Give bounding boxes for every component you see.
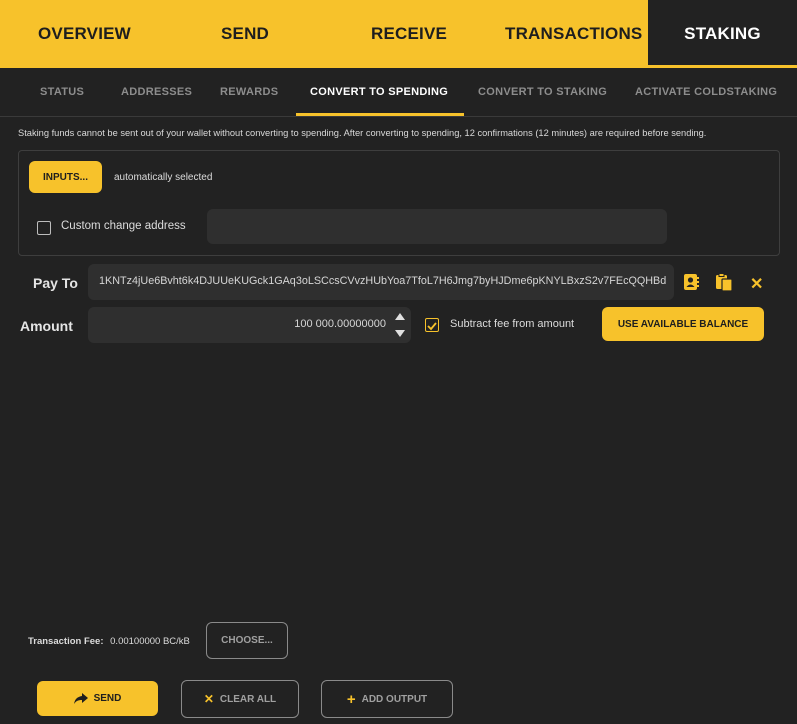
custom-change-address-input[interactable] — [207, 209, 667, 244]
tab-transactions-label: TRANSACTIONS — [505, 24, 643, 43]
amount-label: Amount — [20, 318, 73, 334]
pay-to-label: Pay To — [33, 275, 78, 291]
subtab-activate-coldstaking-label: ACTIVATE COLDSTAKING — [635, 86, 778, 98]
plus-icon: + — [346, 690, 356, 708]
delete-icon[interactable]: ✕ — [750, 274, 763, 294]
info-text: Staking funds cannot be sent out of your… — [18, 128, 707, 138]
custom-change-checkbox[interactable] — [37, 221, 51, 235]
amount-spinner[interactable] — [392, 308, 408, 342]
subtab-addresses-label: ADDRESSES — [121, 86, 193, 98]
clear-all-label: CLEAR ALL — [219, 693, 277, 705]
add-output-label: ADD OUTPUT — [361, 693, 428, 705]
subtab-activate-coldstaking[interactable]: ACTIVATE COLDSTAKING — [635, 68, 777, 116]
tab-transactions[interactable]: TRANSACTIONS — [505, 0, 642, 68]
tab-staking[interactable]: STAKING — [648, 0, 797, 68]
subtab-convert-to-staking[interactable]: CONVERT TO STAKING — [478, 68, 607, 116]
tab-send[interactable]: SEND — [221, 0, 269, 68]
choose-fee-label: CHOOSE... — [221, 635, 273, 646]
checkmark-icon — [427, 322, 437, 331]
staking-sub-navigation: STATUS ADDRESSES REWARDS CONVERT TO SPEN… — [0, 68, 797, 117]
pay-to-address-value: 1KNTz4jUe6Bvht6k4DJUUeKUGck1GAq3oLSCcsCV… — [99, 275, 667, 287]
choose-fee-button[interactable]: CHOOSE... — [206, 622, 288, 659]
tab-overview-label: OVERVIEW — [38, 24, 131, 43]
tab-receive[interactable]: RECEIVE — [371, 0, 447, 68]
fee-label-text: Transaction Fee: — [28, 636, 104, 647]
top-navigation: OVERVIEW SEND RECEIVE TRANSACTIONS STAKI… — [0, 0, 797, 68]
add-output-button[interactable]: + ADD OUTPUT — [321, 680, 453, 718]
subtab-convert-to-spending-label: CONVERT TO SPENDING — [310, 86, 449, 98]
subtab-rewards-label: REWARDS — [220, 86, 279, 98]
inputs-button-label: INPUTS... — [42, 171, 88, 183]
address-book-icon[interactable] — [683, 273, 699, 291]
tab-receive-label: RECEIVE — [371, 24, 448, 43]
tab-send-label: SEND — [221, 24, 270, 43]
clear-icon: ✕ — [203, 692, 214, 706]
subtab-addresses[interactable]: ADDRESSES — [121, 68, 192, 116]
send-button-label: SEND — [93, 693, 122, 704]
subtract-fee-label: Subtract fee from amount — [450, 318, 575, 330]
use-available-balance-button[interactable]: USE AVAILABLE BALANCE — [602, 307, 764, 341]
tab-overview[interactable]: OVERVIEW — [38, 0, 131, 68]
inputs-status: automatically selected — [114, 172, 213, 183]
use-available-balance-label: USE AVAILABLE BALANCE — [617, 318, 749, 330]
subtract-fee-checkbox[interactable] — [425, 318, 439, 332]
fee-value: 0.00100000 BC/kB — [110, 636, 190, 647]
clear-all-button[interactable]: ✕ CLEAR ALL — [181, 680, 299, 718]
inputs-button[interactable]: INPUTS... — [29, 161, 102, 193]
subtab-status-label: STATUS — [40, 86, 85, 98]
subtab-rewards[interactable]: REWARDS — [220, 68, 278, 116]
subtab-convert-to-staking-label: CONVERT TO STAKING — [478, 86, 608, 98]
transaction-fee-label: Transaction Fee: 0.00100000 BC/kB — [28, 636, 190, 647]
amount-value: 100 000.00000000 — [294, 318, 386, 330]
subtab-convert-to-spending[interactable]: CONVERT TO SPENDING — [310, 68, 448, 116]
subtab-status[interactable]: STATUS — [40, 68, 84, 116]
active-subtab-indicator — [296, 113, 464, 116]
paste-icon[interactable] — [715, 273, 733, 292]
tab-staking-label: STAKING — [684, 24, 761, 43]
send-button[interactable]: SEND — [37, 681, 158, 716]
send-arrow-icon — [73, 692, 88, 704]
custom-change-label: Custom change address — [61, 220, 186, 232]
